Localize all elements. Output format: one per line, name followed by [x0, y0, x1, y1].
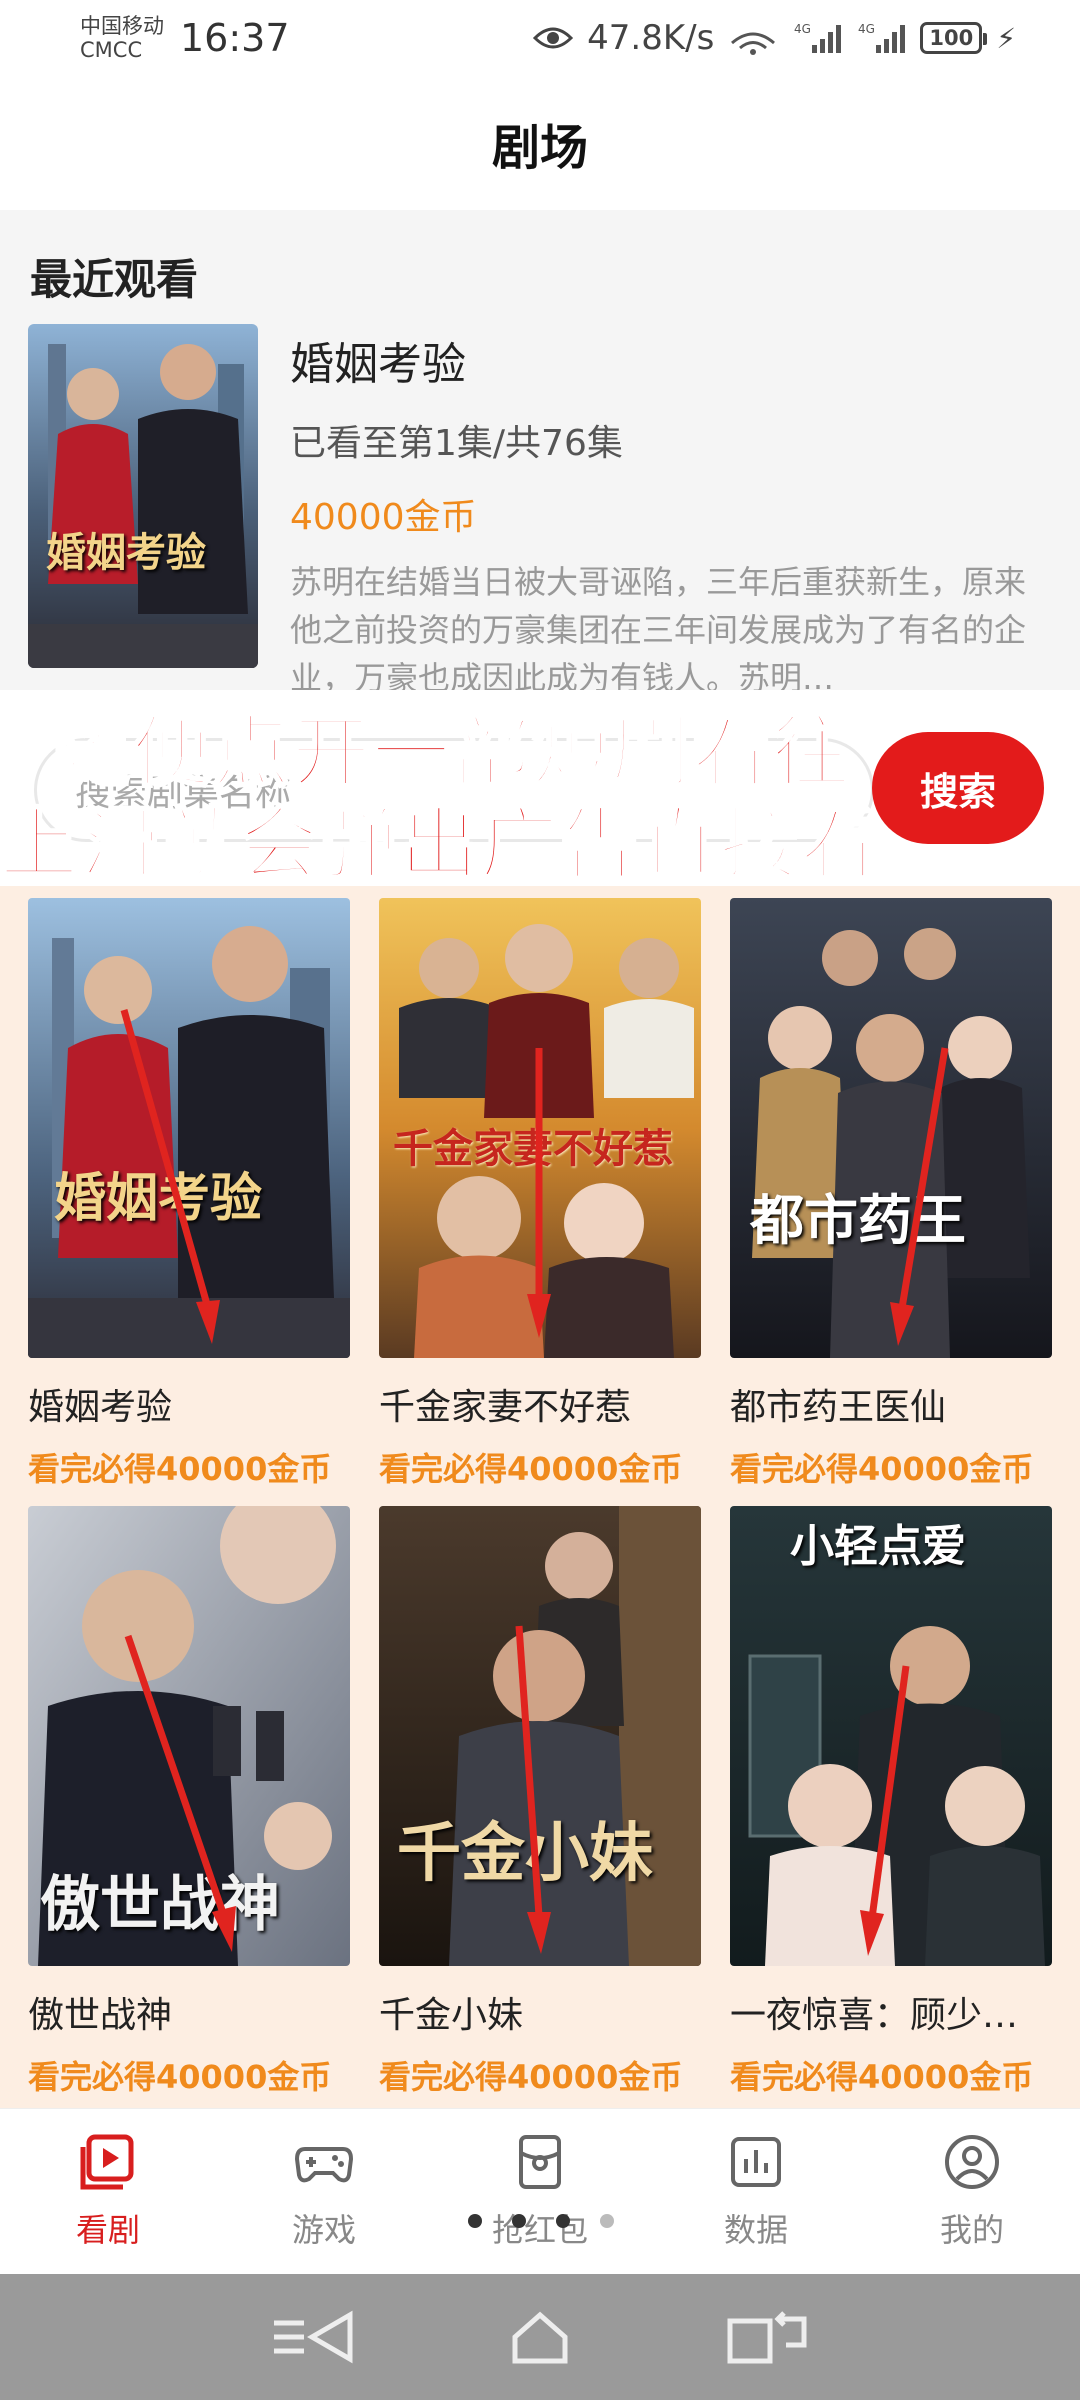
- nav-item-data[interactable]: 数据: [648, 2109, 864, 2274]
- nav-label: 看剧: [75, 2210, 140, 2249]
- eye-icon: [533, 27, 574, 49]
- search-button[interactable]: 搜索: [872, 732, 1044, 844]
- battery-icon: 100: [920, 22, 988, 54]
- recent-heading: 最近观看: [30, 255, 199, 304]
- nav-item-games[interactable]: 游戏: [216, 2109, 432, 2274]
- home-icon[interactable]: [495, 2305, 585, 2369]
- signal-4g-icon-2: 4G: [858, 22, 906, 53]
- search-row: 搜索剧集名称 搜索: [0, 690, 1080, 890]
- drama-title[interactable]: 都市药王医仙: [730, 1378, 1052, 1430]
- drama-title[interactable]: 千金家妻不好惹: [379, 1378, 701, 1430]
- recent-apps-icon[interactable]: [722, 2305, 812, 2369]
- drama-card[interactable]: 傲世战神 傲世战神 看完必得40000金币: [28, 1506, 350, 2098]
- page-dot: [468, 2214, 482, 2228]
- carrier-code: CMCC: [80, 38, 143, 62]
- nav-item-profile[interactable]: 我的: [864, 2109, 1080, 2274]
- red-packet-icon: [519, 2134, 561, 2189]
- drama-card[interactable]: 都市药王 都市药王医仙 看完必得40000金币: [730, 898, 1052, 1490]
- search-input[interactable]: 搜索剧集名称: [34, 738, 874, 842]
- net-speed: 47.8K/s: [587, 18, 715, 58]
- recent-title[interactable]: 婚姻考验: [290, 328, 1050, 392]
- drama-card[interactable]: 千金小妹 千金小妹 看完必得40000金币: [379, 1506, 701, 2098]
- drama-reward: 看完必得40000金币: [730, 2058, 1034, 2096]
- drama-title[interactable]: 婚姻考验: [28, 1378, 350, 1430]
- nav-item-red-packet[interactable]: 抢红包: [432, 2109, 648, 2274]
- carrier-name: 中国移动: [80, 14, 164, 38]
- red-arrow-annotation: [890, 1047, 949, 1346]
- recent-poster-title-art: 婚姻考验: [46, 530, 206, 576]
- drama-reward: 看完必得40000金币: [379, 1450, 683, 1488]
- red-arrow-annotation: [860, 1665, 910, 1956]
- drama-title[interactable]: 一夜惊喜：顾少…: [730, 1986, 1052, 2038]
- bar-chart-icon: [731, 2136, 781, 2187]
- svg-text:4G: 4G: [858, 22, 875, 36]
- nav-label: 游戏: [291, 2210, 356, 2249]
- nav-label: 数据: [723, 2210, 788, 2249]
- nav-item-watch[interactable]: 看剧: [0, 2109, 216, 2274]
- drama-title[interactable]: 千金小妹: [379, 1986, 701, 2038]
- red-arrow-annotation: [124, 1634, 236, 1952]
- drama-title[interactable]: 傲世战神: [28, 1986, 350, 2038]
- carrier-label: 中国移动 CMCC: [80, 14, 164, 62]
- red-arrow-annotation: [515, 1625, 551, 1954]
- red-arrow-annotation: [527, 1048, 551, 1338]
- page-indicator: [468, 2214, 614, 2228]
- page-dot: [556, 2214, 570, 2228]
- wifi-icon: [731, 32, 776, 55]
- system-nav-bar: [0, 2274, 1080, 2400]
- nav-label: 我的: [939, 2210, 1004, 2249]
- page-dot: [600, 2214, 614, 2228]
- drama-card[interactable]: 小轻点爱 一夜惊喜：顾少… 看完必得40000金币: [730, 1506, 1052, 2098]
- clock: 16:37: [180, 16, 290, 60]
- drama-reward: 看完必得40000金币: [28, 2058, 332, 2096]
- bottom-nav: 看剧 游戏 抢红包 数据 我的: [0, 2108, 1080, 2274]
- play-video-icon: [80, 2134, 134, 2189]
- drama-grid: 婚姻考验 婚姻考验 看完必得40000金币 千金家妻不好惹 千金家妻不好惹 看完…: [0, 886, 1080, 2108]
- gamepad-icon: [295, 2146, 353, 2182]
- drama-poster[interactable]: 婚姻考验: [28, 898, 350, 1358]
- page-title: 剧场: [491, 120, 588, 176]
- page-dot: [512, 2214, 526, 2228]
- drama-poster[interactable]: 小轻点爱: [730, 1506, 1052, 1966]
- recent-description: 苏明在结婚当日被大哥诬陷，三年后重获新生，原来他之前投资的万豪集团在三年间发展成…: [290, 563, 1027, 697]
- drama-card[interactable]: 千金家妻不好惹 千金家妻不好惹 看完必得40000金币: [379, 898, 701, 1490]
- back-icon[interactable]: [268, 2305, 358, 2369]
- drama-poster[interactable]: 都市药王: [730, 898, 1052, 1358]
- drama-poster[interactable]: 傲世战神: [28, 1506, 350, 1966]
- signal-4g-icon-1: 4G: [794, 22, 842, 53]
- recent-coins: 40000金币: [290, 497, 477, 538]
- drama-poster[interactable]: 千金家妻不好惹: [379, 898, 701, 1358]
- status-bar: 中国移动 CMCC 16:37 47.8K/s 4G 4G 100 ⚡: [0, 0, 1080, 76]
- charging-icon: ⚡: [996, 21, 1016, 55]
- red-arrow-annotation: [120, 1009, 220, 1344]
- page-header: 剧场: [0, 76, 1080, 210]
- drama-reward: 看完必得40000金币: [730, 1450, 1034, 1488]
- svg-text:4G: 4G: [794, 22, 811, 36]
- drama-reward: 看完必得40000金币: [28, 1450, 332, 1488]
- drama-poster[interactable]: 千金小妹: [379, 1506, 701, 1966]
- profile-icon: [945, 2134, 999, 2189]
- drama-reward: 看完必得40000金币: [379, 2058, 683, 2096]
- recent-watch-section: 最近观看 婚姻考验 婚姻考验 已看至第1集/共76集 40000金币 苏明在结婚…: [0, 210, 1080, 697]
- drama-card[interactable]: 婚姻考验 婚姻考验 看完必得40000金币: [28, 898, 350, 1490]
- recent-progress: 已看至第1集/共76集: [290, 423, 623, 464]
- recent-poster[interactable]: 婚姻考验: [28, 324, 258, 668]
